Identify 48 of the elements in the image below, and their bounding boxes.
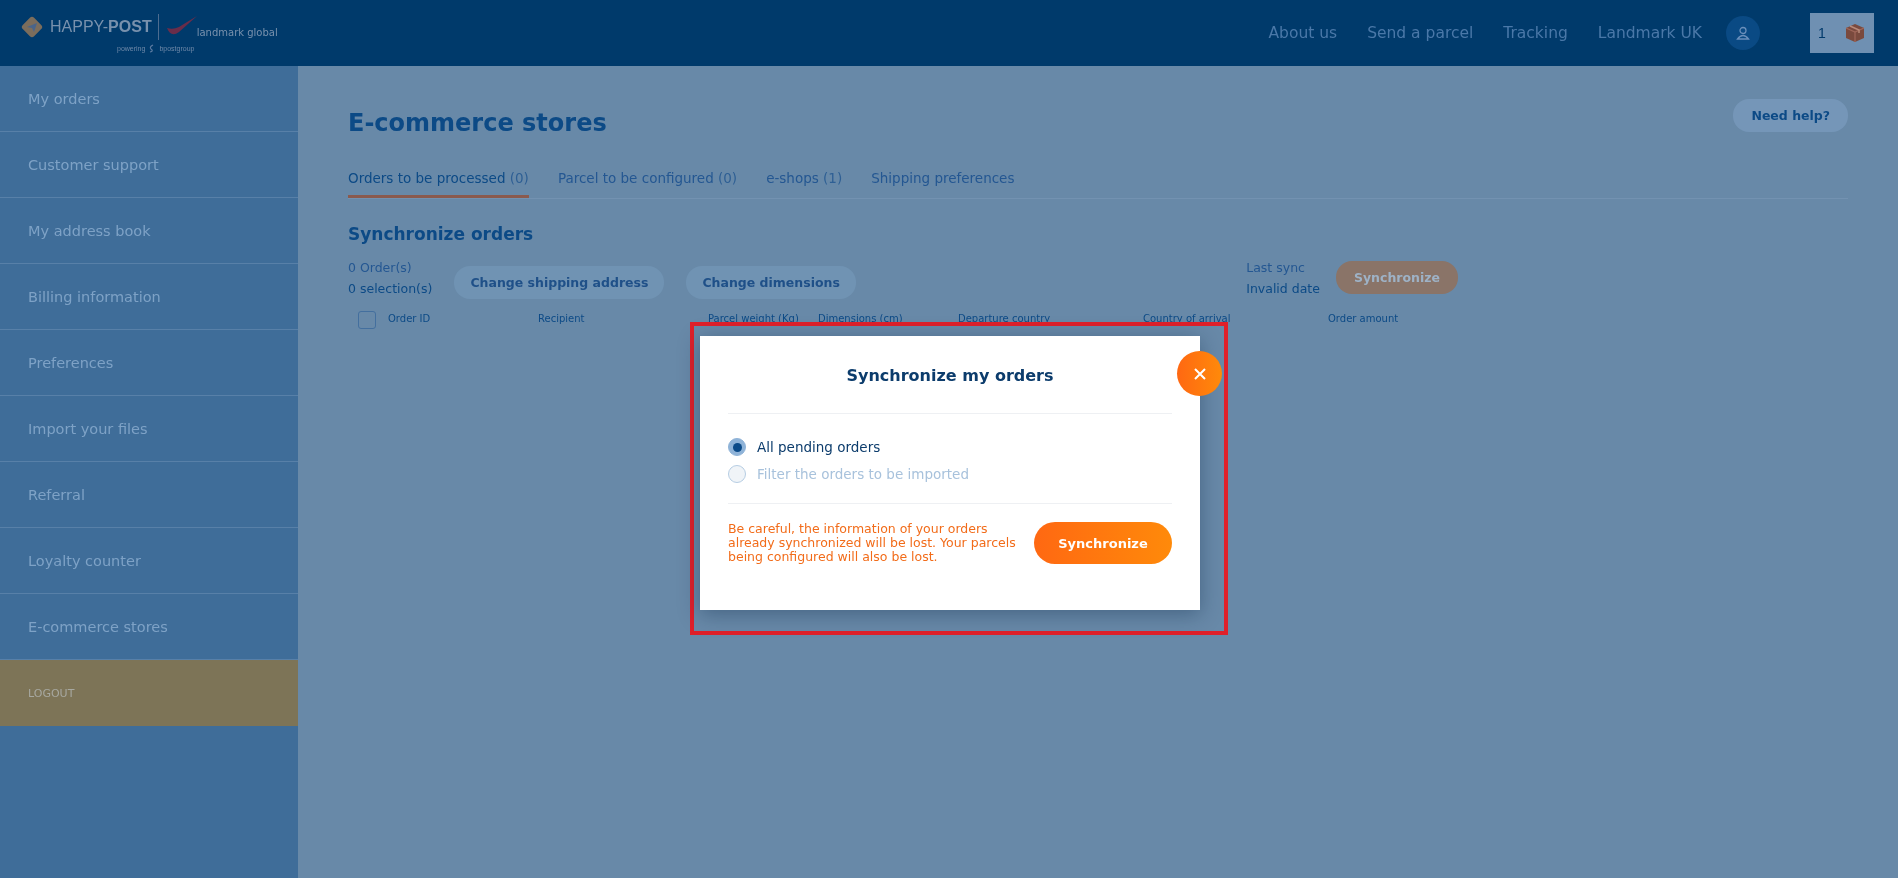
option-label[interactable]: All pending orders (757, 439, 881, 455)
nav-link[interactable]: About us (1268, 24, 1338, 42)
tab[interactable]: e-shops (1) (766, 164, 843, 198)
modal-title: Synchronize my orders (845, 365, 1055, 387)
synchronize-button[interactable]: Synchronize (1034, 522, 1172, 564)
partner-name: landmark global (196, 27, 278, 38)
option-label[interactable]: Filter the orders to be imported (757, 466, 969, 482)
warning-text: Be careful, the information of your orders already synchronized will be lost. Your parcels being configured will also be lost. (728, 522, 1017, 564)
column-header: Order ID (388, 313, 431, 324)
close-icon (1192, 366, 1207, 381)
last-sync-label: Last sync (1246, 259, 1306, 275)
column-header: Recipient (538, 313, 585, 324)
synchronize-button[interactable]: Synchronize (1335, 261, 1458, 294)
sidebar-item[interactable]: Referral (0, 462, 298, 528)
tab[interactable]: Parcel to be configured (0) (557, 164, 738, 198)
sidebar-item[interactable]: Import your files (0, 396, 298, 462)
user-icon (1736, 26, 1750, 40)
logout-link[interactable]: LOGOUT (0, 660, 298, 726)
column-header: Departure country (958, 313, 1051, 324)
sidebar-item[interactable]: Customer support (0, 132, 298, 198)
sidebar-item[interactable]: Loyalty counter (0, 528, 298, 594)
parcel-icon (1844, 22, 1866, 44)
order-count: 0 Order(s) (348, 259, 413, 275)
action-button[interactable]: Change shipping address (454, 266, 665, 299)
sidebar-item[interactable]: My orders (0, 66, 298, 132)
nav-link[interactable]: Landmark UK (1597, 24, 1702, 42)
selection-count: 0 selection(s) (348, 280, 433, 296)
section-title: Synchronize orders (348, 224, 535, 244)
cart-button[interactable]: 1 (1810, 13, 1874, 53)
select-all-checkbox[interactable] (358, 311, 376, 329)
last-sync-date: Invalid date (1246, 280, 1320, 296)
radio-button[interactable] (728, 438, 746, 456)
brand-name: HAPPY-POST (50, 17, 152, 36)
help-button[interactable]: Need help? (1733, 98, 1848, 132)
column-header: Order amount (1328, 313, 1399, 324)
sidebar-item[interactable]: Preferences (0, 330, 298, 396)
sidebar-item[interactable]: My address book (0, 198, 298, 264)
user-button[interactable] (1726, 16, 1760, 50)
action-button[interactable]: Change dimensions (686, 266, 856, 299)
page-title: E-commerce stores (348, 108, 607, 137)
nav-link[interactable]: Tracking (1503, 24, 1568, 42)
column-header: Dimensions (cm) (818, 313, 903, 324)
sidebar-item[interactable]: Billing information (0, 264, 298, 330)
column-header: Country of arrival (1143, 313, 1231, 324)
tab[interactable]: Shipping preferences (871, 164, 1015, 198)
radio-button[interactable] (728, 465, 746, 483)
tab[interactable]: Orders to be processed (0) (348, 164, 529, 198)
nav-link[interactable]: Send a parcel (1367, 24, 1474, 42)
